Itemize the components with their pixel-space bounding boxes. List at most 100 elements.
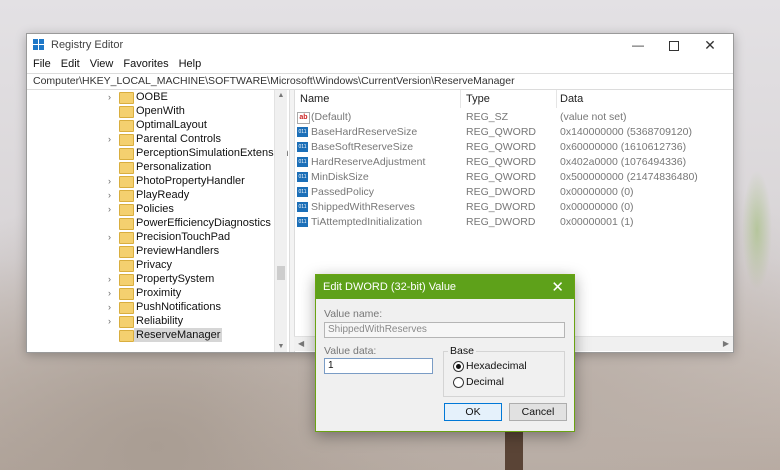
table-row[interactable]: 011 HardReserveAdjustment REG_QWORD 0x402a0…: [294, 155, 733, 170]
folder-icon: [119, 148, 134, 160]
tree-item-label: PerceptionSimulationExtensions: [136, 147, 288, 159]
expand-chevron-icon[interactable]: ›: [108, 231, 116, 243]
menu-edit[interactable]: Edit: [56, 56, 85, 72]
expand-chevron-icon[interactable]: ›: [108, 203, 116, 215]
table-row[interactable]: 011 ShippedWithReserves REG_DWORD 0x0000000…: [294, 200, 733, 215]
column-divider[interactable]: [556, 90, 557, 108]
binary-value-icon: 011: [297, 172, 308, 182]
column-header-name[interactable]: Name: [300, 93, 329, 105]
table-row[interactable]: 011 BaseHardReserveSize REG_QWORD 0x1400000…: [294, 125, 733, 140]
tree-item[interactable]: PerceptionSimulationExtensions: [28, 146, 288, 160]
tree-item-label: Parental Controls: [136, 133, 221, 145]
cell-data: 0x00000000 (0): [560, 186, 634, 198]
cell-data: 0x00000001 (1): [560, 216, 634, 228]
folder-icon: [119, 316, 134, 328]
scroll-up-icon[interactable]: ▲: [275, 92, 287, 99]
table-row[interactable]: 011 TiAttemptedInitialization REG_DWORD 0x0…: [294, 215, 733, 230]
cell-name: MinDiskSize: [311, 171, 369, 183]
scroll-left-icon[interactable]: ◀: [298, 339, 304, 348]
cell-name: TiAttemptedInitialization: [311, 216, 423, 228]
cell-name: ShippedWithReserves: [311, 201, 415, 213]
folder-icon: [119, 92, 134, 104]
tree-item[interactable]: › OOBE: [28, 90, 288, 104]
tree-item-label: PushNotifications: [136, 301, 221, 313]
cell-data: 0x402a0000 (1076494336): [560, 156, 687, 168]
cancel-button[interactable]: Cancel: [509, 403, 567, 421]
dialog-title-bar[interactable]: Edit DWORD (32-bit) Value ✕: [316, 275, 574, 299]
dialog-close-icon[interactable]: ✕: [551, 278, 564, 296]
tree-item[interactable]: › PhotoPropertyHandler: [28, 174, 288, 188]
close-button[interactable]: ✕: [695, 36, 725, 54]
folder-icon: [119, 330, 134, 342]
folder-icon: [119, 274, 134, 286]
folder-icon: [119, 246, 134, 258]
expand-chevron-icon[interactable]: ›: [108, 91, 116, 103]
scroll-right-icon[interactable]: ▶: [723, 339, 729, 348]
minimize-button[interactable]: —: [623, 36, 653, 54]
tree-item[interactable]: Privacy: [28, 258, 288, 272]
column-divider[interactable]: [460, 90, 461, 108]
tree-item[interactable]: › PlayReady: [28, 188, 288, 202]
tree-item[interactable]: ReserveManager: [28, 328, 288, 342]
binary-value-icon: 011: [297, 157, 308, 167]
address-bar[interactable]: Computer\HKEY_LOCAL_MACHINE\SOFTWARE\Mic…: [27, 73, 733, 90]
folder-icon: [119, 190, 134, 202]
column-header-type[interactable]: Type: [466, 93, 490, 105]
expand-chevron-icon[interactable]: ›: [108, 273, 116, 285]
value-name-label: Value name:: [324, 308, 383, 320]
string-value-icon: ab: [297, 112, 310, 124]
decimal-label[interactable]: Decimal: [466, 376, 504, 388]
tree-item-label: Proximity: [136, 287, 182, 299]
tree-item[interactable]: › PropertySystem: [28, 272, 288, 286]
menu-view[interactable]: View: [85, 56, 119, 72]
expand-chevron-icon[interactable]: ›: [108, 175, 116, 187]
menu-favorites[interactable]: Favorites: [118, 56, 173, 72]
tree-item[interactable]: › Proximity: [28, 286, 288, 300]
expand-chevron-icon[interactable]: ›: [108, 301, 116, 313]
cell-name: BaseSoftReserveSize: [311, 141, 414, 153]
base-group: Base Hexadecimal Decimal: [443, 345, 565, 397]
column-header-data[interactable]: Data: [560, 93, 583, 105]
tree-item-label: Personalization: [136, 161, 212, 173]
expand-chevron-icon[interactable]: ›: [108, 189, 116, 201]
menu-help[interactable]: Help: [174, 56, 207, 72]
tree-item[interactable]: PowerEfficiencyDiagnostics: [28, 216, 288, 230]
value-data-input[interactable]: 1: [324, 358, 433, 374]
table-row[interactable]: 011 PassedPolicy REG_DWORD 0x00000000 (0): [294, 185, 733, 200]
folder-icon: [119, 288, 134, 300]
decimal-radio[interactable]: [453, 377, 464, 388]
folder-icon: [119, 176, 134, 188]
hexadecimal-radio[interactable]: [453, 361, 464, 372]
menu-file[interactable]: File: [27, 56, 56, 72]
tree-item[interactable]: OpenWith: [28, 104, 288, 118]
expand-chevron-icon[interactable]: ›: [108, 315, 116, 327]
tree-item[interactable]: PreviewHandlers: [28, 244, 288, 258]
table-row[interactable]: 011 MinDiskSize REG_QWORD 0x500000000 (2147…: [294, 170, 733, 185]
tree-item-label: PreviewHandlers: [136, 245, 220, 257]
tree-item[interactable]: › Parental Controls: [28, 132, 288, 146]
table-row[interactable]: 011 BaseSoftReserveSize REG_QWORD 0x6000000…: [294, 140, 733, 155]
folder-icon: [119, 302, 134, 314]
hexadecimal-label[interactable]: Hexadecimal: [466, 360, 527, 372]
expand-chevron-icon[interactable]: ›: [108, 287, 116, 299]
tree-item[interactable]: Personalization: [28, 160, 288, 174]
table-row[interactable]: ab (Default) REG_SZ (value not set): [294, 110, 733, 125]
tree-item[interactable]: › Reliability: [28, 314, 288, 328]
edit-dword-dialog: Edit DWORD (32-bit) Value ✕ Value name: …: [315, 274, 575, 432]
tree-item[interactable]: › PrecisionTouchPad: [28, 230, 288, 244]
tree-item[interactable]: › PushNotifications: [28, 300, 288, 314]
title-bar[interactable]: Registry Editor — ✕: [27, 34, 733, 56]
cell-type: REG_QWORD: [466, 171, 537, 183]
tree-item-label: PropertySystem: [136, 273, 215, 285]
tree-item[interactable]: › Policies: [28, 202, 288, 216]
ok-button[interactable]: OK: [444, 403, 502, 421]
expand-chevron-icon[interactable]: ›: [108, 133, 116, 145]
scroll-thumb[interactable]: [277, 266, 285, 280]
tree-item-label: Policies: [136, 203, 174, 215]
tree-item[interactable]: OptimalLayout: [28, 118, 288, 132]
folder-icon: [119, 162, 134, 174]
cell-type: REG_DWORD: [466, 201, 536, 213]
maximize-button[interactable]: [659, 36, 689, 54]
scroll-down-icon[interactable]: ▼: [275, 343, 287, 350]
tree-vertical-scrollbar[interactable]: ▲ ▼: [274, 90, 287, 352]
